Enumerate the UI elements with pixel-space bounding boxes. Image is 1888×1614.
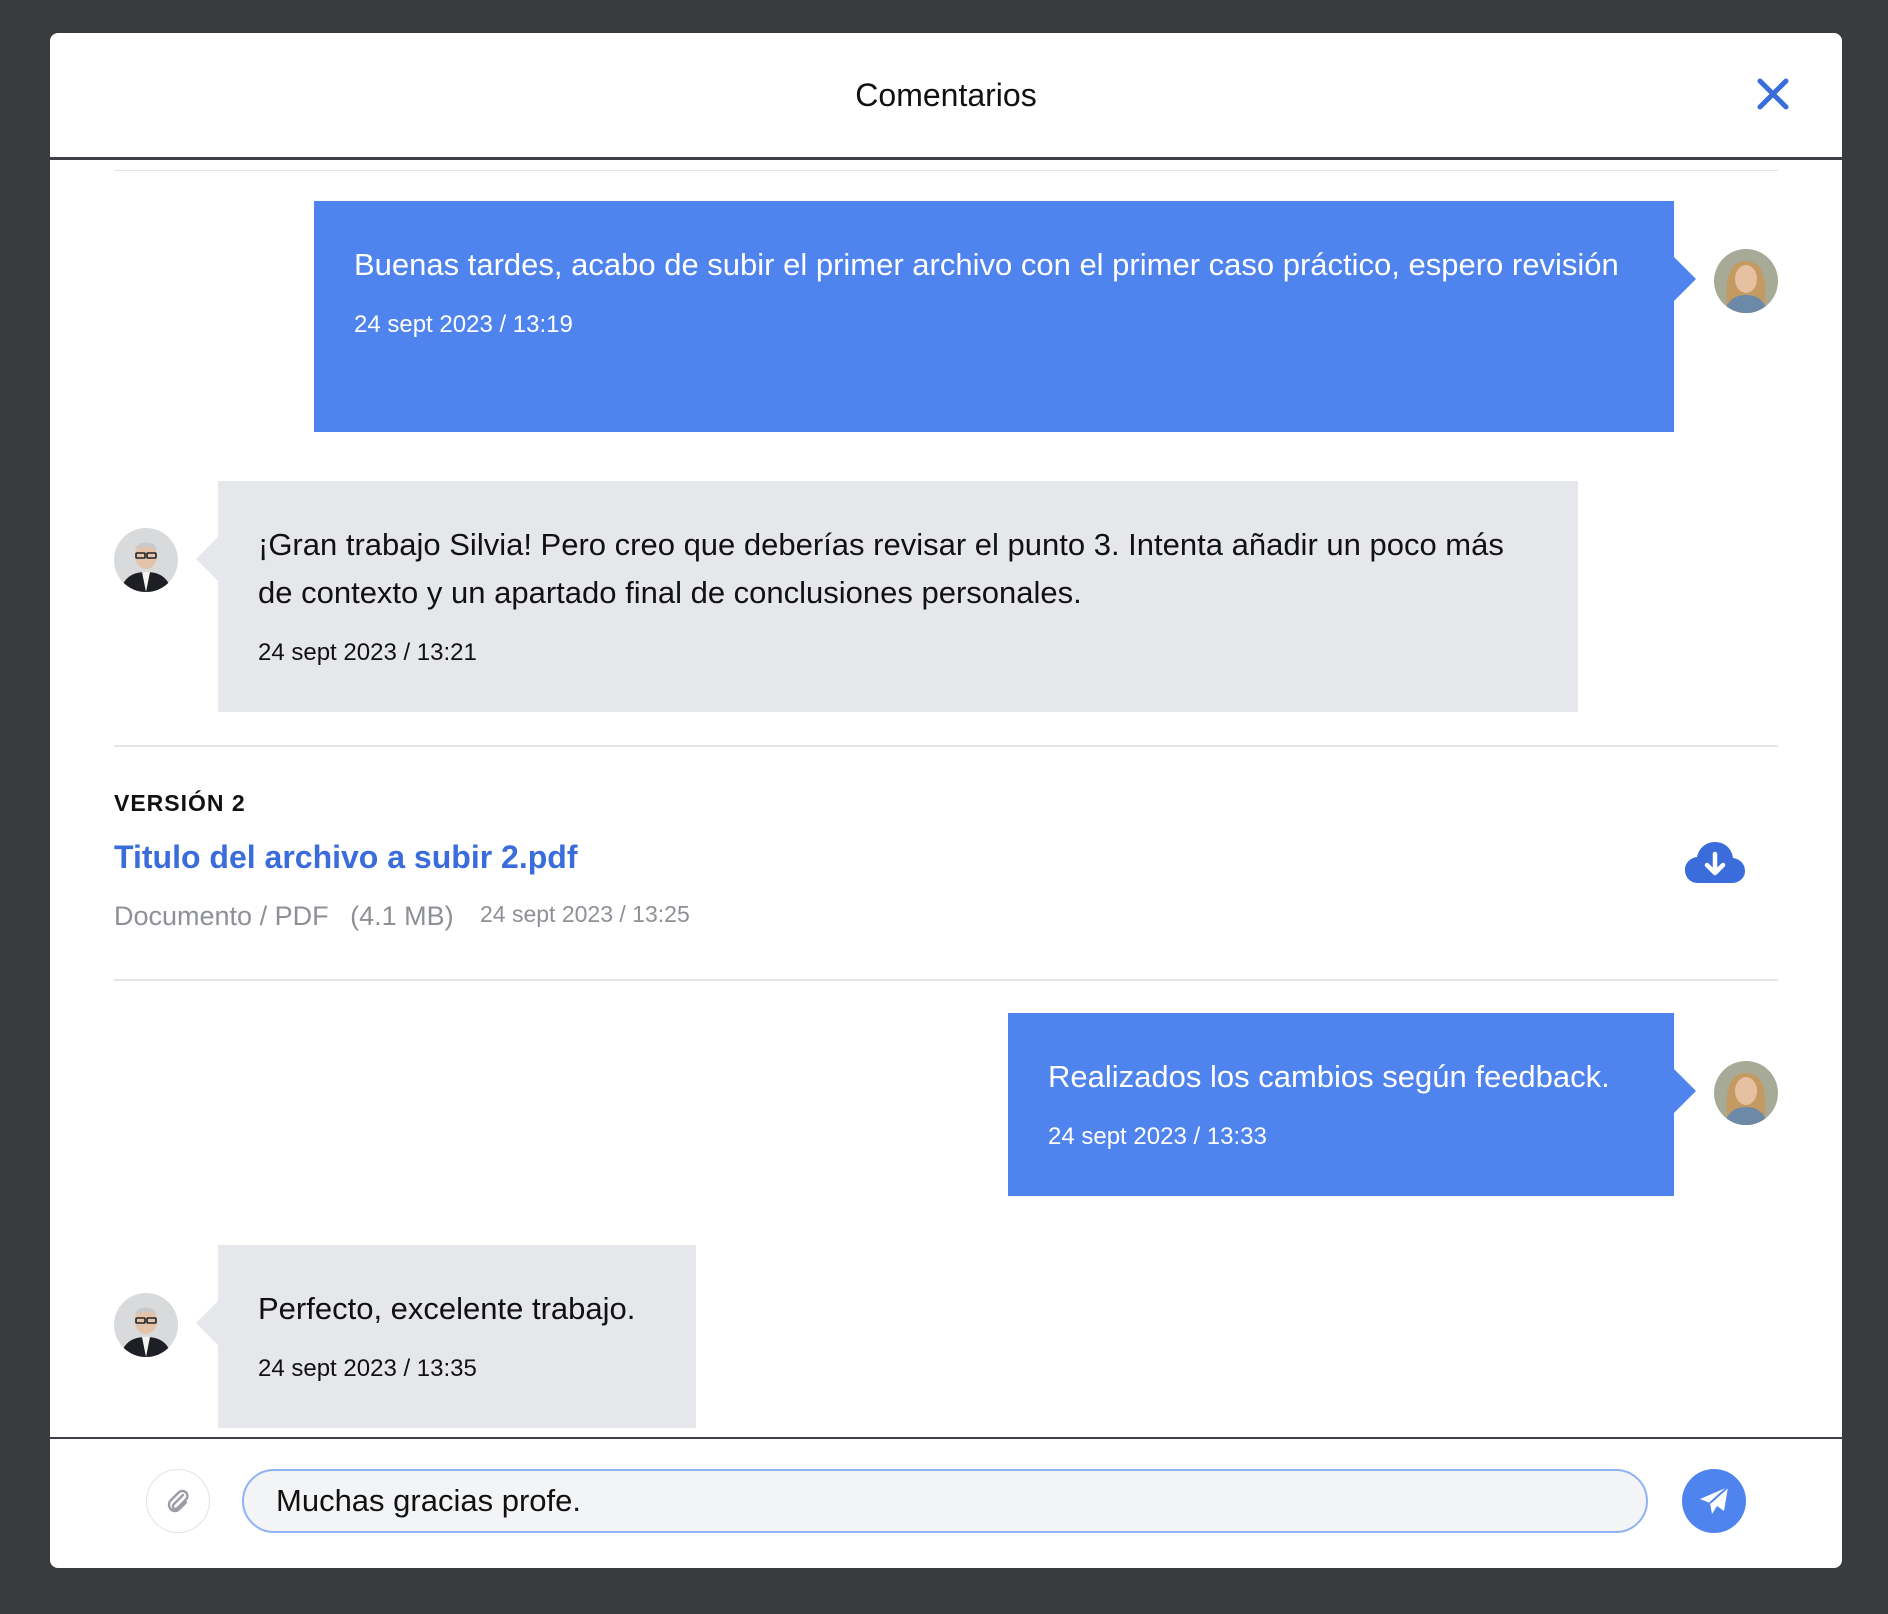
- close-icon: [1757, 78, 1789, 110]
- student-avatar: [1714, 249, 1778, 313]
- file-size: (4.1 MB): [350, 901, 454, 931]
- message-text: Realizados los cambios según feedback.: [1048, 1059, 1610, 1094]
- comments-modal: Comentarios Buenas tardes, acabo de subi…: [50, 33, 1842, 1568]
- message-text: ¡Gran trabajo Silvia! Pero creo que debe…: [258, 527, 1504, 610]
- message-input[interactable]: [242, 1469, 1648, 1533]
- version-label: VERSIÓN 2: [114, 790, 246, 816]
- message-text: Buenas tardes, acabo de subir el primer …: [354, 247, 1619, 282]
- paper-plane-icon: [1700, 1486, 1729, 1514]
- top-divider: [114, 170, 1778, 171]
- section-divider: [114, 745, 1778, 747]
- close-button[interactable]: [1756, 77, 1790, 111]
- send-button[interactable]: [1682, 1469, 1746, 1533]
- download-button[interactable]: [1684, 839, 1746, 887]
- message-bubble-outgoing: Buenas tardes, acabo de subir el primer …: [314, 201, 1696, 432]
- teacher-avatar: [114, 528, 178, 592]
- message-bubble-outgoing: Realizados los cambios según feedback. 2…: [1008, 1013, 1696, 1196]
- message-composer: [50, 1437, 1842, 1568]
- modal-title: Comentarios: [855, 77, 1037, 113]
- message-text: Perfecto, excelente trabajo.: [258, 1291, 636, 1326]
- file-upload-time: 24 sept 2023 / 13:25: [480, 901, 690, 927]
- paperclip-icon: [167, 1489, 189, 1513]
- message-bubble-incoming: Perfecto, excelente trabajo. 24 sept 202…: [196, 1245, 696, 1428]
- teacher-avatar: [114, 1293, 178, 1357]
- message-time: 24 sept 2023 / 13:19: [354, 311, 573, 338]
- file-meta: Documento / PDF (4.1 MB): [114, 901, 468, 932]
- modal-header: Comentarios: [50, 33, 1842, 160]
- message-bubble-incoming: ¡Gran trabajo Silvia! Pero creo que debe…: [196, 481, 1578, 712]
- file-name-link[interactable]: Titulo del archivo a subir 2.pdf: [114, 839, 577, 876]
- message-time: 24 sept 2023 / 13:21: [258, 639, 477, 666]
- message-time: 24 sept 2023 / 13:33: [1048, 1123, 1267, 1150]
- message-time: 24 sept 2023 / 13:35: [258, 1355, 477, 1382]
- attach-button[interactable]: [146, 1469, 210, 1533]
- section-divider: [114, 979, 1778, 981]
- file-type: Documento / PDF: [114, 901, 329, 931]
- student-avatar: [1714, 1061, 1778, 1125]
- cloud-download-icon: [1685, 842, 1745, 883]
